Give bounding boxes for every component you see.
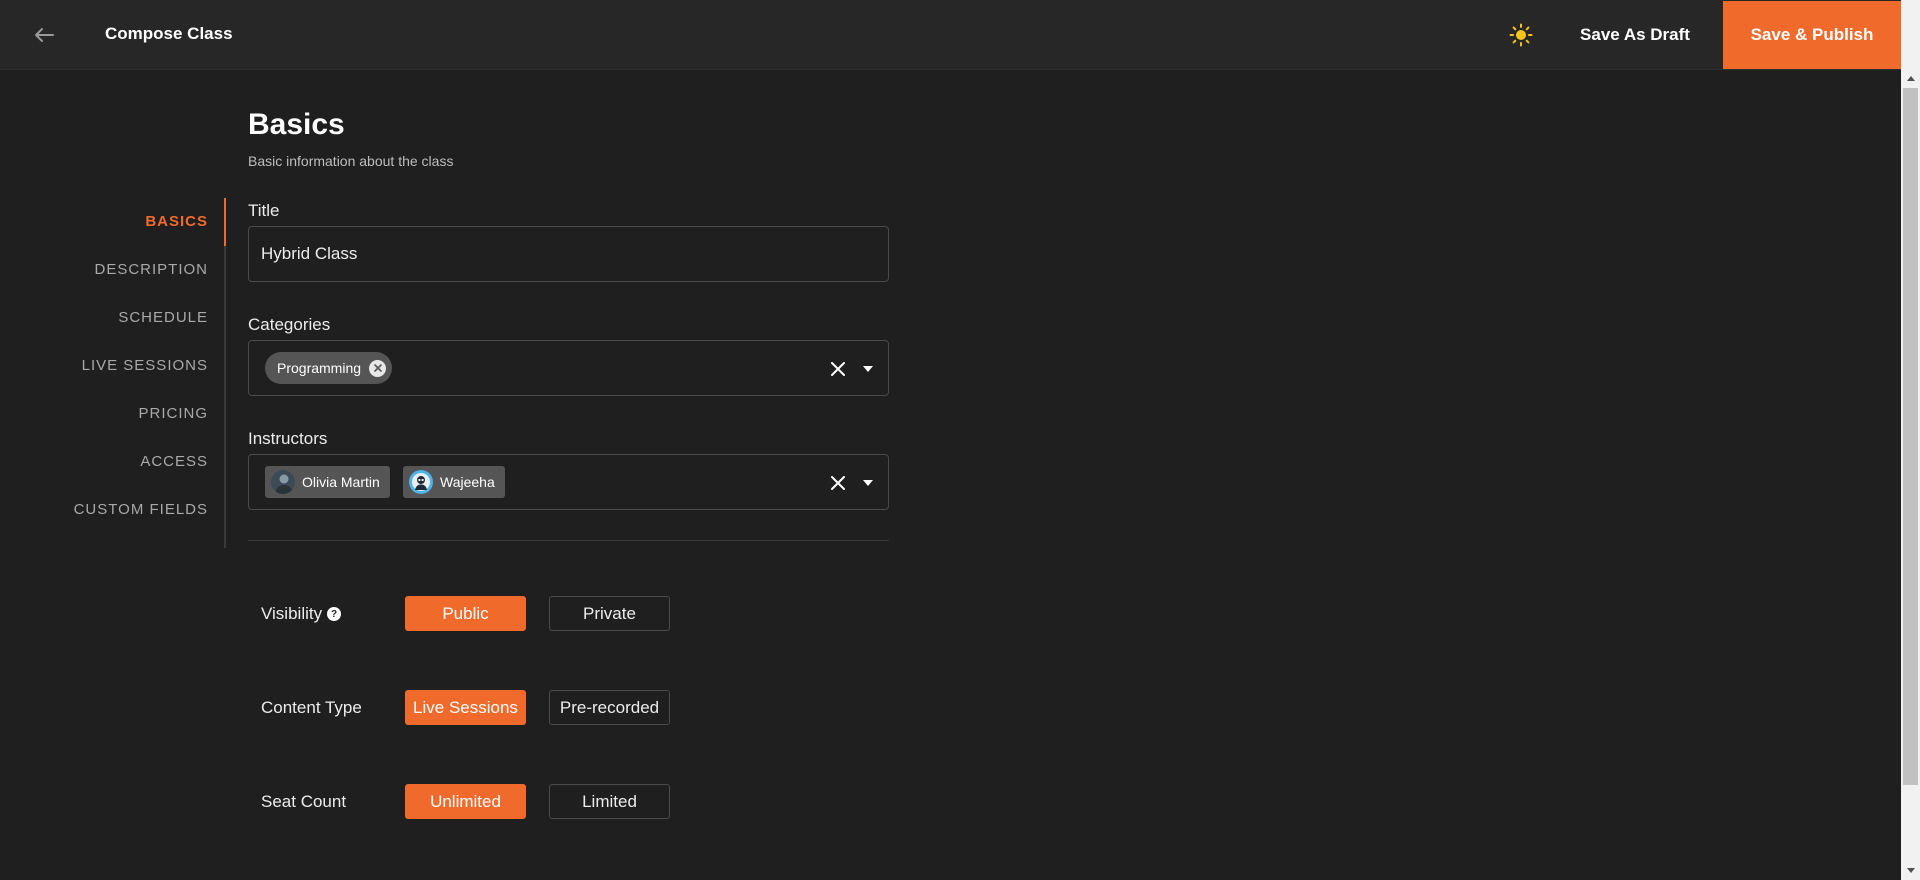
arrow-left-icon [35, 28, 54, 42]
section-nav: BASICS DESCRIPTION SCHEDULE LIVE SESSION… [70, 198, 226, 548]
visibility-public-button[interactable]: Public [405, 596, 526, 631]
instructor-chip: Wajeeha [403, 466, 505, 498]
content-type-live-button[interactable]: Live Sessions [405, 690, 526, 725]
theme-toggle-button[interactable] [1506, 20, 1536, 50]
content-type-label: Content Type [261, 698, 362, 717]
nav-item-schedule[interactable]: SCHEDULE [118, 309, 208, 326]
visibility-private-button[interactable]: Private [549, 596, 670, 631]
active-nav-indicator [224, 198, 226, 246]
save-draft-button[interactable]: Save As Draft [1565, 10, 1705, 60]
title-label: Title [248, 201, 280, 220]
clear-categories-button[interactable] [828, 359, 848, 379]
seat-count-label: Seat Count [261, 792, 347, 811]
title-field [248, 226, 889, 282]
scrollbar[interactable] [1901, 0, 1920, 880]
nav-item-basics[interactable]: BASICS [145, 213, 208, 230]
sun-icon [1509, 23, 1533, 47]
instructors-select[interactable]: Olivia Martin Wajeeha [248, 454, 889, 510]
instructor-name: Olivia Martin [302, 474, 380, 490]
avatar [271, 470, 295, 494]
scroll-thumb[interactable] [1903, 88, 1918, 785]
caret-down-icon [863, 366, 873, 372]
divider [248, 540, 889, 541]
seat-count-limited-button[interactable]: Limited [549, 784, 670, 819]
nav-item-description[interactable]: DESCRIPTION [94, 261, 208, 278]
title-input[interactable] [249, 227, 888, 281]
save-publish-button[interactable]: Save & Publish [1723, 1, 1901, 69]
category-chip: Programming [265, 352, 393, 384]
top-header: Compose Class Save As Draft Save & Publi… [0, 0, 1901, 70]
visibility-label-text: Visibility [261, 604, 323, 623]
nav-item-live-sessions[interactable]: LIVE SESSIONS [82, 357, 208, 374]
instructors-dropdown-button[interactable] [858, 473, 878, 493]
instructor-name: Wajeeha [440, 474, 495, 490]
seat-count-unlimited-button[interactable]: Unlimited [405, 784, 526, 819]
clear-instructors-button[interactable] [828, 473, 848, 493]
scroll-down-arrow[interactable] [1901, 862, 1920, 879]
categories-dropdown-button[interactable] [858, 359, 878, 379]
back-button[interactable] [28, 20, 60, 50]
help-icon[interactable]: ? [327, 607, 342, 621]
caret-down-icon [863, 480, 873, 486]
close-icon [831, 476, 845, 490]
categories-label: Categories [248, 315, 331, 334]
instructor-chip: Olivia Martin [265, 466, 390, 498]
visibility-label: Visibility ? [261, 604, 342, 624]
nav-item-pricing[interactable]: PRICING [138, 405, 208, 422]
remove-chip-icon[interactable] [369, 359, 387, 377]
nav-item-custom-fields[interactable]: CUSTOM FIELDS [74, 501, 208, 518]
categories-select[interactable]: Programming [248, 340, 889, 396]
instructors-label: Instructors [248, 429, 328, 448]
close-icon [831, 362, 845, 376]
nav-item-access[interactable]: ACCESS [140, 453, 208, 470]
section-subtitle: Basic information about the class [248, 153, 454, 169]
avatar [409, 470, 433, 494]
page-title: Compose Class [105, 24, 233, 43]
content-type-prerecorded-button[interactable]: Pre-recorded [549, 690, 670, 725]
scroll-up-arrow[interactable] [1901, 70, 1920, 87]
category-chip-label: Programming [277, 360, 362, 376]
section-title: Basics [248, 108, 345, 141]
